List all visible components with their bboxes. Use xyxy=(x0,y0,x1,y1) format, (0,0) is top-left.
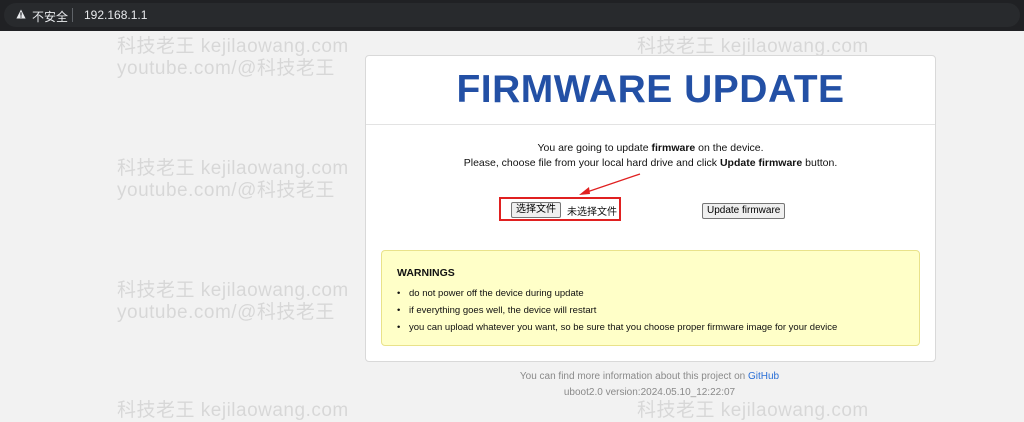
warning-item: if everything goes well, the device will… xyxy=(397,302,837,319)
address-separator xyxy=(72,8,73,22)
watermark-line: youtube.com/@科技老王 xyxy=(117,58,335,79)
footer-info: You can find more information about this… xyxy=(365,371,934,382)
page-title: FIRMWARE UPDATE xyxy=(456,68,845,111)
instruction-line-2: Please, choose file from your local hard… xyxy=(366,157,935,169)
watermark: 科技老王 kejilaowang.com youtube.com/@科技老王 xyxy=(117,36,349,80)
watermark: 科技老王 kejilaowang.com xyxy=(117,400,349,422)
file-status-text: 未选择文件 xyxy=(567,207,617,218)
watermark-line: 科技老王 kejilaowang.com xyxy=(117,280,349,301)
file-chooser-highlight: 选择文件 未选择文件 xyxy=(499,197,621,221)
watermark-line: youtube.com/@科技老王 xyxy=(117,180,335,201)
warnings-list: do not power off the device during updat… xyxy=(397,285,837,336)
watermark: 科技老王 kejilaowang.com youtube.com/@科技老王 xyxy=(117,280,349,324)
github-link[interactable]: GitHub xyxy=(748,371,779,382)
version-text: uboot2.0 version:2024.05.10_12:22:07 xyxy=(563,387,736,398)
instruction-text: You are going to update xyxy=(537,142,652,154)
watermark-line: 科技老王 kejilaowang.com xyxy=(637,400,869,421)
instruction-bold: Update firmware xyxy=(719,157,803,169)
title-divider xyxy=(366,124,935,125)
warnings-box: WARNINGS do not power off the device dur… xyxy=(381,250,920,346)
warning-triangle-icon[interactable] xyxy=(16,9,26,19)
watermark-line: youtube.com/@科技老王 xyxy=(117,302,335,323)
watermark-line: 科技老王 kejilaowang.com xyxy=(117,158,349,179)
warning-item: you can upload whatever you want, so be … xyxy=(397,319,837,336)
watermark-line: 科技老王 kejilaowang.com xyxy=(117,400,349,421)
instruction-text: Please, choose file from your local hard… xyxy=(463,157,720,169)
url-text[interactable]: 192.168.1.1 xyxy=(84,8,147,22)
watermark: 科技老王 kejilaowang.com youtube.com/@科技老王 xyxy=(117,158,349,202)
warning-item: do not power off the device during updat… xyxy=(397,285,837,302)
watermark: 科技老王 kejilaowang.com xyxy=(637,400,869,422)
browser-address-bar: 不安全 192.168.1.1 xyxy=(0,0,1024,31)
warnings-title: WARNINGS xyxy=(397,267,455,279)
security-status[interactable]: 不安全 xyxy=(32,8,68,25)
choose-file-button[interactable]: 选择文件 xyxy=(511,202,561,218)
footer-text: You can find more information about this… xyxy=(519,371,748,382)
watermark-line: 科技老王 kejilaowang.com xyxy=(117,36,349,57)
instruction-line-1: You are going to update firmware on the … xyxy=(366,142,935,154)
firmware-update-card: FIRMWARE UPDATE You are going to update … xyxy=(365,55,936,362)
instruction-text: button. xyxy=(802,157,838,169)
url-bar[interactable]: 不安全 192.168.1.1 xyxy=(4,3,1020,27)
instruction-text: on the device. xyxy=(695,142,764,154)
instruction-bold: firmware xyxy=(651,142,696,154)
update-firmware-button[interactable]: Update firmware xyxy=(702,203,786,219)
